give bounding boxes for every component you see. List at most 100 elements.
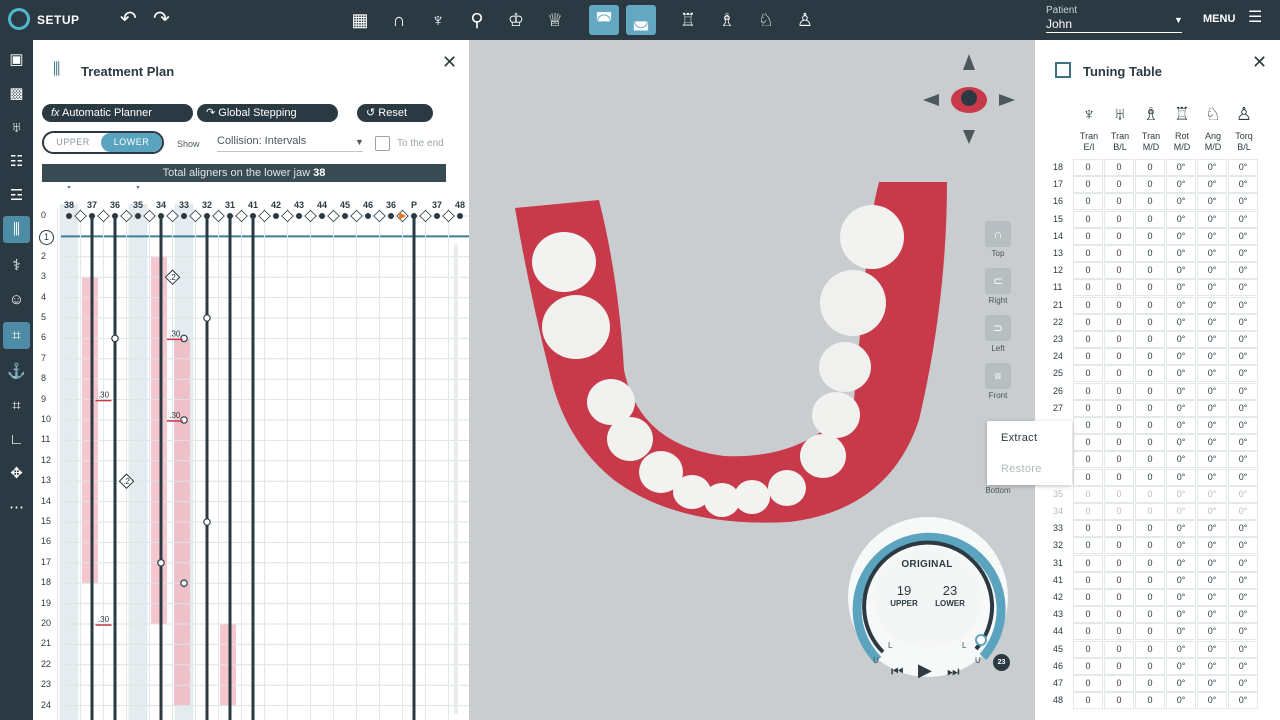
tooth-header[interactable]: 32 bbox=[197, 200, 217, 210]
tooth-axis-icon[interactable]: ♅ bbox=[3, 114, 30, 141]
ipr-zero-diamond[interactable] bbox=[235, 209, 248, 223]
tuning-cell[interactable]: 0 bbox=[1104, 159, 1134, 176]
records-icon[interactable]: ▣ bbox=[3, 46, 30, 73]
stage-dot[interactable] bbox=[66, 213, 72, 219]
stage-dot[interactable] bbox=[411, 213, 417, 219]
view-right-button[interactable]: ⊂ bbox=[985, 268, 1011, 294]
view-top-button[interactable]: ∩ bbox=[985, 221, 1011, 247]
tuning-cell[interactable]: 0 bbox=[1104, 537, 1134, 555]
tuning-cell[interactable]: 0° bbox=[1228, 296, 1258, 314]
tooth-torque-icon[interactable]: ♙ bbox=[790, 5, 820, 35]
tuning-cell[interactable]: 0° bbox=[1166, 451, 1196, 469]
tuning-cell[interactable]: 0° bbox=[1228, 434, 1258, 452]
tuning-cell[interactable]: 0° bbox=[1197, 382, 1227, 400]
view-left-button[interactable]: ⊃ bbox=[985, 315, 1011, 341]
tuning-cell[interactable]: 0° bbox=[1228, 640, 1258, 658]
tuning-cell[interactable]: 0 bbox=[1073, 331, 1103, 348]
stage-row-number[interactable]: 2 bbox=[41, 251, 55, 261]
tuning-cell[interactable]: 0 bbox=[1073, 365, 1103, 383]
tuning-cell[interactable]: 0° bbox=[1228, 210, 1258, 228]
ipr-zero-diamond[interactable] bbox=[258, 209, 271, 223]
staging-grid[interactable]: .2.2.30.30.30.30 38 37 36 35 34 33 32 31 41 42 43 4… bbox=[33, 186, 469, 720]
stage-handle[interactable] bbox=[180, 334, 188, 343]
tuning-cell[interactable]: 0° bbox=[1166, 159, 1196, 176]
view-front-button[interactable]: ≡ bbox=[985, 363, 1011, 389]
stage-handle[interactable] bbox=[203, 518, 211, 526]
undo-icon[interactable]: ↶ bbox=[120, 9, 137, 29]
tooth-header[interactable]: 35 bbox=[128, 200, 148, 210]
stage-dot[interactable] bbox=[388, 213, 394, 219]
tuning-cell[interactable]: 0 bbox=[1073, 348, 1103, 366]
stage-row-number[interactable]: 13 bbox=[41, 475, 55, 485]
arrow-left-icon[interactable] bbox=[923, 94, 939, 106]
stage-row-number[interactable]: 5 bbox=[41, 312, 55, 322]
occlusion-icon[interactable]: ☲ bbox=[3, 182, 30, 209]
stage-row-number[interactable]: 7 bbox=[41, 353, 55, 363]
tuning-cell[interactable]: 0° bbox=[1197, 657, 1227, 675]
tuning-cell[interactable]: 0 bbox=[1135, 503, 1165, 520]
extract-menu-item[interactable]: Extract bbox=[1001, 432, 1037, 444]
stage-dot[interactable] bbox=[457, 213, 463, 219]
stage-dot[interactable] bbox=[181, 213, 187, 219]
tuning-cell[interactable]: 0 bbox=[1104, 279, 1134, 297]
tooth-shape[interactable] bbox=[542, 295, 610, 359]
tooth-rotate-icon[interactable]: ♗ bbox=[712, 5, 742, 35]
caret-down-icon[interactable]: ▼ bbox=[355, 137, 364, 147]
stage-dot[interactable] bbox=[204, 213, 210, 219]
arch-icon[interactable]: ∩ bbox=[384, 5, 414, 35]
tuning-cell[interactable]: 0° bbox=[1197, 434, 1227, 452]
tuning-cell[interactable]: 0 bbox=[1073, 657, 1103, 675]
stage-row-number[interactable]: 10 bbox=[41, 414, 55, 424]
stage-row-number[interactable]: 24 bbox=[41, 700, 55, 710]
tuning-table-icon[interactable]: ⌗ bbox=[3, 322, 30, 349]
tuning-cell[interactable]: 0 bbox=[1073, 210, 1103, 228]
tuning-cell[interactable]: 0 bbox=[1135, 554, 1165, 572]
to-end-checkbox[interactable] bbox=[375, 136, 390, 151]
tuning-cell[interactable]: 0° bbox=[1228, 331, 1258, 348]
arrow-right-icon[interactable] bbox=[999, 94, 1015, 106]
tuning-cell[interactable]: 0 bbox=[1104, 348, 1134, 366]
tuning-cell[interactable]: 0 bbox=[1073, 692, 1103, 710]
stage-row-number[interactable]: 9 bbox=[41, 394, 55, 404]
tuning-cell[interactable]: 0° bbox=[1166, 313, 1196, 331]
stage-dot[interactable] bbox=[227, 213, 233, 219]
tuning-cell[interactable]: 0 bbox=[1135, 382, 1165, 400]
tuning-cell[interactable]: 0° bbox=[1197, 589, 1227, 606]
tooth-move-icon[interactable]: ♖ bbox=[673, 5, 703, 35]
tuning-cell[interactable]: 0 bbox=[1104, 331, 1134, 348]
tuning-cell[interactable]: 0° bbox=[1197, 675, 1227, 692]
stage-dot[interactable] bbox=[434, 213, 440, 219]
tuning-cell[interactable]: 0° bbox=[1166, 227, 1196, 245]
stage-row-number[interactable]: 16 bbox=[41, 536, 55, 546]
tuning-cell[interactable]: 0° bbox=[1166, 434, 1196, 452]
tuning-cell[interactable]: 0° bbox=[1166, 348, 1196, 366]
tuning-cell[interactable]: 0° bbox=[1166, 193, 1196, 211]
step-back-icon[interactable]: ⏮ bbox=[891, 663, 904, 680]
tuning-cell[interactable]: 0 bbox=[1135, 537, 1165, 555]
tuning-cell[interactable]: 0° bbox=[1228, 193, 1258, 211]
stage-handle[interactable] bbox=[203, 314, 211, 322]
tuning-cell[interactable]: 0° bbox=[1197, 313, 1227, 331]
tuning-cell[interactable]: 0 bbox=[1135, 571, 1165, 589]
tooth-header[interactable]: 41 bbox=[243, 200, 263, 210]
stage-row-number[interactable]: 15 bbox=[41, 516, 55, 526]
stage-row-number[interactable]: 12 bbox=[41, 455, 55, 465]
tooth-shape[interactable] bbox=[819, 342, 871, 392]
stage-handle[interactable] bbox=[180, 579, 188, 588]
tuning-cell[interactable]: 0 bbox=[1104, 623, 1134, 641]
stage-row-number[interactable]: 4 bbox=[41, 292, 55, 302]
lower-jaw-option[interactable]: LOWER bbox=[101, 133, 162, 152]
stage-row-number[interactable]: 17 bbox=[41, 557, 55, 567]
stage-dot[interactable] bbox=[112, 213, 118, 219]
tuning-cell[interactable]: 0 bbox=[1073, 485, 1103, 503]
tuning-cell[interactable]: 0 bbox=[1104, 554, 1134, 572]
grid-view-icon[interactable]: ▦ bbox=[345, 5, 375, 35]
stage-row-number[interactable]: 6 bbox=[41, 332, 55, 342]
stage-row-number[interactable]: 21 bbox=[41, 638, 55, 648]
stage-handle[interactable] bbox=[180, 416, 188, 424]
tuning-cell[interactable]: 0 bbox=[1073, 554, 1103, 572]
tuning-cell[interactable]: 0° bbox=[1228, 623, 1258, 641]
tuning-cell[interactable]: 0° bbox=[1197, 537, 1227, 555]
tuning-cell[interactable]: 0° bbox=[1166, 176, 1196, 194]
tuning-cell[interactable]: 0° bbox=[1228, 675, 1258, 692]
